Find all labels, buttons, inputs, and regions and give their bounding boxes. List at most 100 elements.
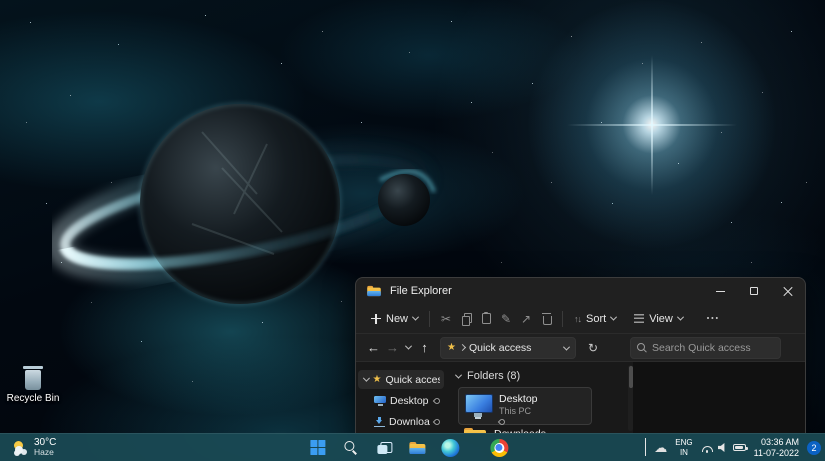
copy-icon — [461, 313, 473, 326]
scrollbar-thumb[interactable] — [628, 366, 633, 388]
close-button[interactable] — [771, 278, 805, 304]
refresh-button[interactable]: ↻ — [584, 341, 602, 355]
chevron-down-icon — [676, 313, 684, 321]
view-button[interactable]: View — [629, 310, 688, 328]
notification-count-badge[interactable]: 2 — [807, 440, 821, 455]
paste-icon — [481, 312, 491, 324]
clock-button[interactable]: 03:36 AM 11-07-2022 — [754, 437, 799, 459]
sort-button-label: Sort — [586, 312, 607, 325]
address-dropdown-button[interactable] — [562, 342, 571, 354]
taskbar-edge-button[interactable] — [438, 436, 462, 460]
maximize-button[interactable] — [737, 278, 771, 304]
up-button[interactable]: ↑ — [415, 338, 434, 358]
sidebar-item-label: Quick access — [385, 373, 440, 386]
file-explorer-window: File Explorer New ✂ ✎ ↗ ↑↓ Sort View ← →… — [355, 277, 806, 433]
starfield — [0, 0, 1, 1]
search-input[interactable] — [652, 341, 774, 354]
tray-overflow-button[interactable] — [645, 437, 647, 457]
navigation-bar: ← → ↑ ★ Quick access ↻ — [356, 334, 805, 362]
weather-icon — [12, 440, 29, 455]
volume-icon — [717, 443, 725, 452]
widgets-weather-button[interactable]: 30°C Haze — [6, 434, 62, 461]
folder-tile-location: This PC — [499, 406, 532, 416]
copy-button[interactable] — [456, 309, 476, 329]
system-tray: ☁ ENG IN 03:36 AM 11-07-2022 2 — [645, 434, 821, 461]
folder-tile-name: Desktop — [499, 393, 538, 405]
sidebar-item-quick-access[interactable]: ★ Quick access — [358, 370, 444, 389]
task-view-button[interactable] — [372, 436, 396, 460]
folder-tile-desktop[interactable]: Desktop This PC — [458, 387, 592, 427]
minimize-button[interactable] — [703, 278, 737, 304]
pin-icon — [432, 396, 442, 405]
language-code: ENG — [675, 438, 693, 448]
search-box — [630, 336, 781, 359]
wifi-icon — [701, 443, 714, 453]
share-button[interactable]: ↗ — [516, 309, 536, 329]
folder-tile-downloads[interactable]: Downloads — [458, 426, 592, 433]
sort-icon: ↑↓ — [574, 313, 582, 324]
pin-icon — [497, 417, 507, 427]
window-title: File Explorer — [390, 285, 452, 297]
folders-section-label: Folders (8) — [467, 370, 521, 382]
forward-button[interactable]: → — [383, 338, 402, 358]
taskbar-chrome-button[interactable] — [487, 436, 511, 460]
quick-settings-button[interactable] — [701, 443, 748, 453]
paste-button[interactable] — [476, 309, 496, 329]
title-bar[interactable]: File Explorer — [356, 278, 805, 304]
pin-icon — [432, 417, 442, 426]
see-more-button[interactable] — [702, 314, 724, 323]
trash-icon — [541, 313, 552, 325]
weather-condition: Haze — [34, 447, 54, 458]
downloads-icon — [374, 416, 385, 427]
language-indicator[interactable]: ENG IN — [675, 438, 692, 456]
toolbar-divider — [429, 310, 431, 327]
sort-button[interactable]: ↑↓ Sort — [569, 310, 621, 328]
start-button[interactable] — [306, 436, 330, 460]
chevron-down-icon — [562, 343, 571, 351]
recycle-bin-label: Recycle Bin — [6, 393, 60, 404]
chevron-up-icon — [645, 437, 647, 456]
desktop-folder-icon — [465, 394, 493, 418]
recycle-bin-icon — [22, 364, 44, 390]
quick-access-star-icon: ★ — [447, 341, 456, 353]
quick-access-star-icon: ★ — [372, 373, 382, 385]
command-bar: New ✂ ✎ ↗ ↑↓ Sort View — [356, 304, 805, 334]
windows-logo-icon — [310, 440, 326, 455]
content-empty-area — [633, 362, 805, 433]
new-button[interactable]: New — [366, 310, 423, 328]
tray-time: 03:36 AM — [760, 436, 799, 447]
delete-button[interactable] — [536, 309, 556, 329]
file-explorer-icon — [367, 285, 381, 297]
chevron-down-icon — [454, 371, 463, 379]
close-icon — [783, 286, 793, 296]
more-ellipsis-icon — [706, 317, 719, 320]
explorer-body: ★ Quick access Desktop Downloads Folders… — [356, 362, 805, 433]
chrome-icon — [489, 438, 508, 457]
back-button[interactable]: ← — [364, 338, 383, 358]
chevron-down-icon — [362, 374, 370, 382]
recycle-bin-shortcut[interactable]: Recycle Bin — [6, 364, 60, 404]
chevron-down-icon — [610, 313, 618, 321]
tray-date: 11-07-2022 — [753, 447, 799, 458]
onedrive-cloud-icon[interactable]: ☁ — [654, 441, 667, 454]
taskbar-search-button[interactable] — [339, 436, 363, 460]
taskbar-app-icons — [306, 434, 511, 461]
cut-button[interactable]: ✂ — [436, 309, 456, 329]
sidebar-item-downloads[interactable]: Downloads — [358, 412, 444, 431]
minimize-icon — [715, 290, 725, 292]
sidebar-item-label: Desktop — [390, 394, 429, 407]
chevron-down-icon — [404, 342, 413, 350]
plus-icon — [371, 313, 381, 324]
view-button-label: View — [649, 312, 673, 325]
task-view-icon — [376, 441, 392, 454]
sidebar-item-desktop[interactable]: Desktop — [358, 391, 444, 410]
recent-locations-button[interactable] — [402, 342, 415, 350]
taskbar: 30°C Haze ☁ ENG IN 03:36 AM 11-07-2022 2 — [0, 433, 825, 461]
navigation-pane: ★ Quick access Desktop Downloads — [356, 362, 446, 433]
rename-button[interactable]: ✎ — [496, 309, 516, 329]
sidebar-item-label: Downloads — [389, 415, 430, 428]
taskbar-file-explorer-button[interactable] — [405, 436, 429, 460]
address-bar[interactable]: ★ Quick access — [440, 336, 576, 359]
maximize-icon — [750, 287, 758, 295]
folders-section-header[interactable]: Folders (8) — [448, 362, 628, 382]
